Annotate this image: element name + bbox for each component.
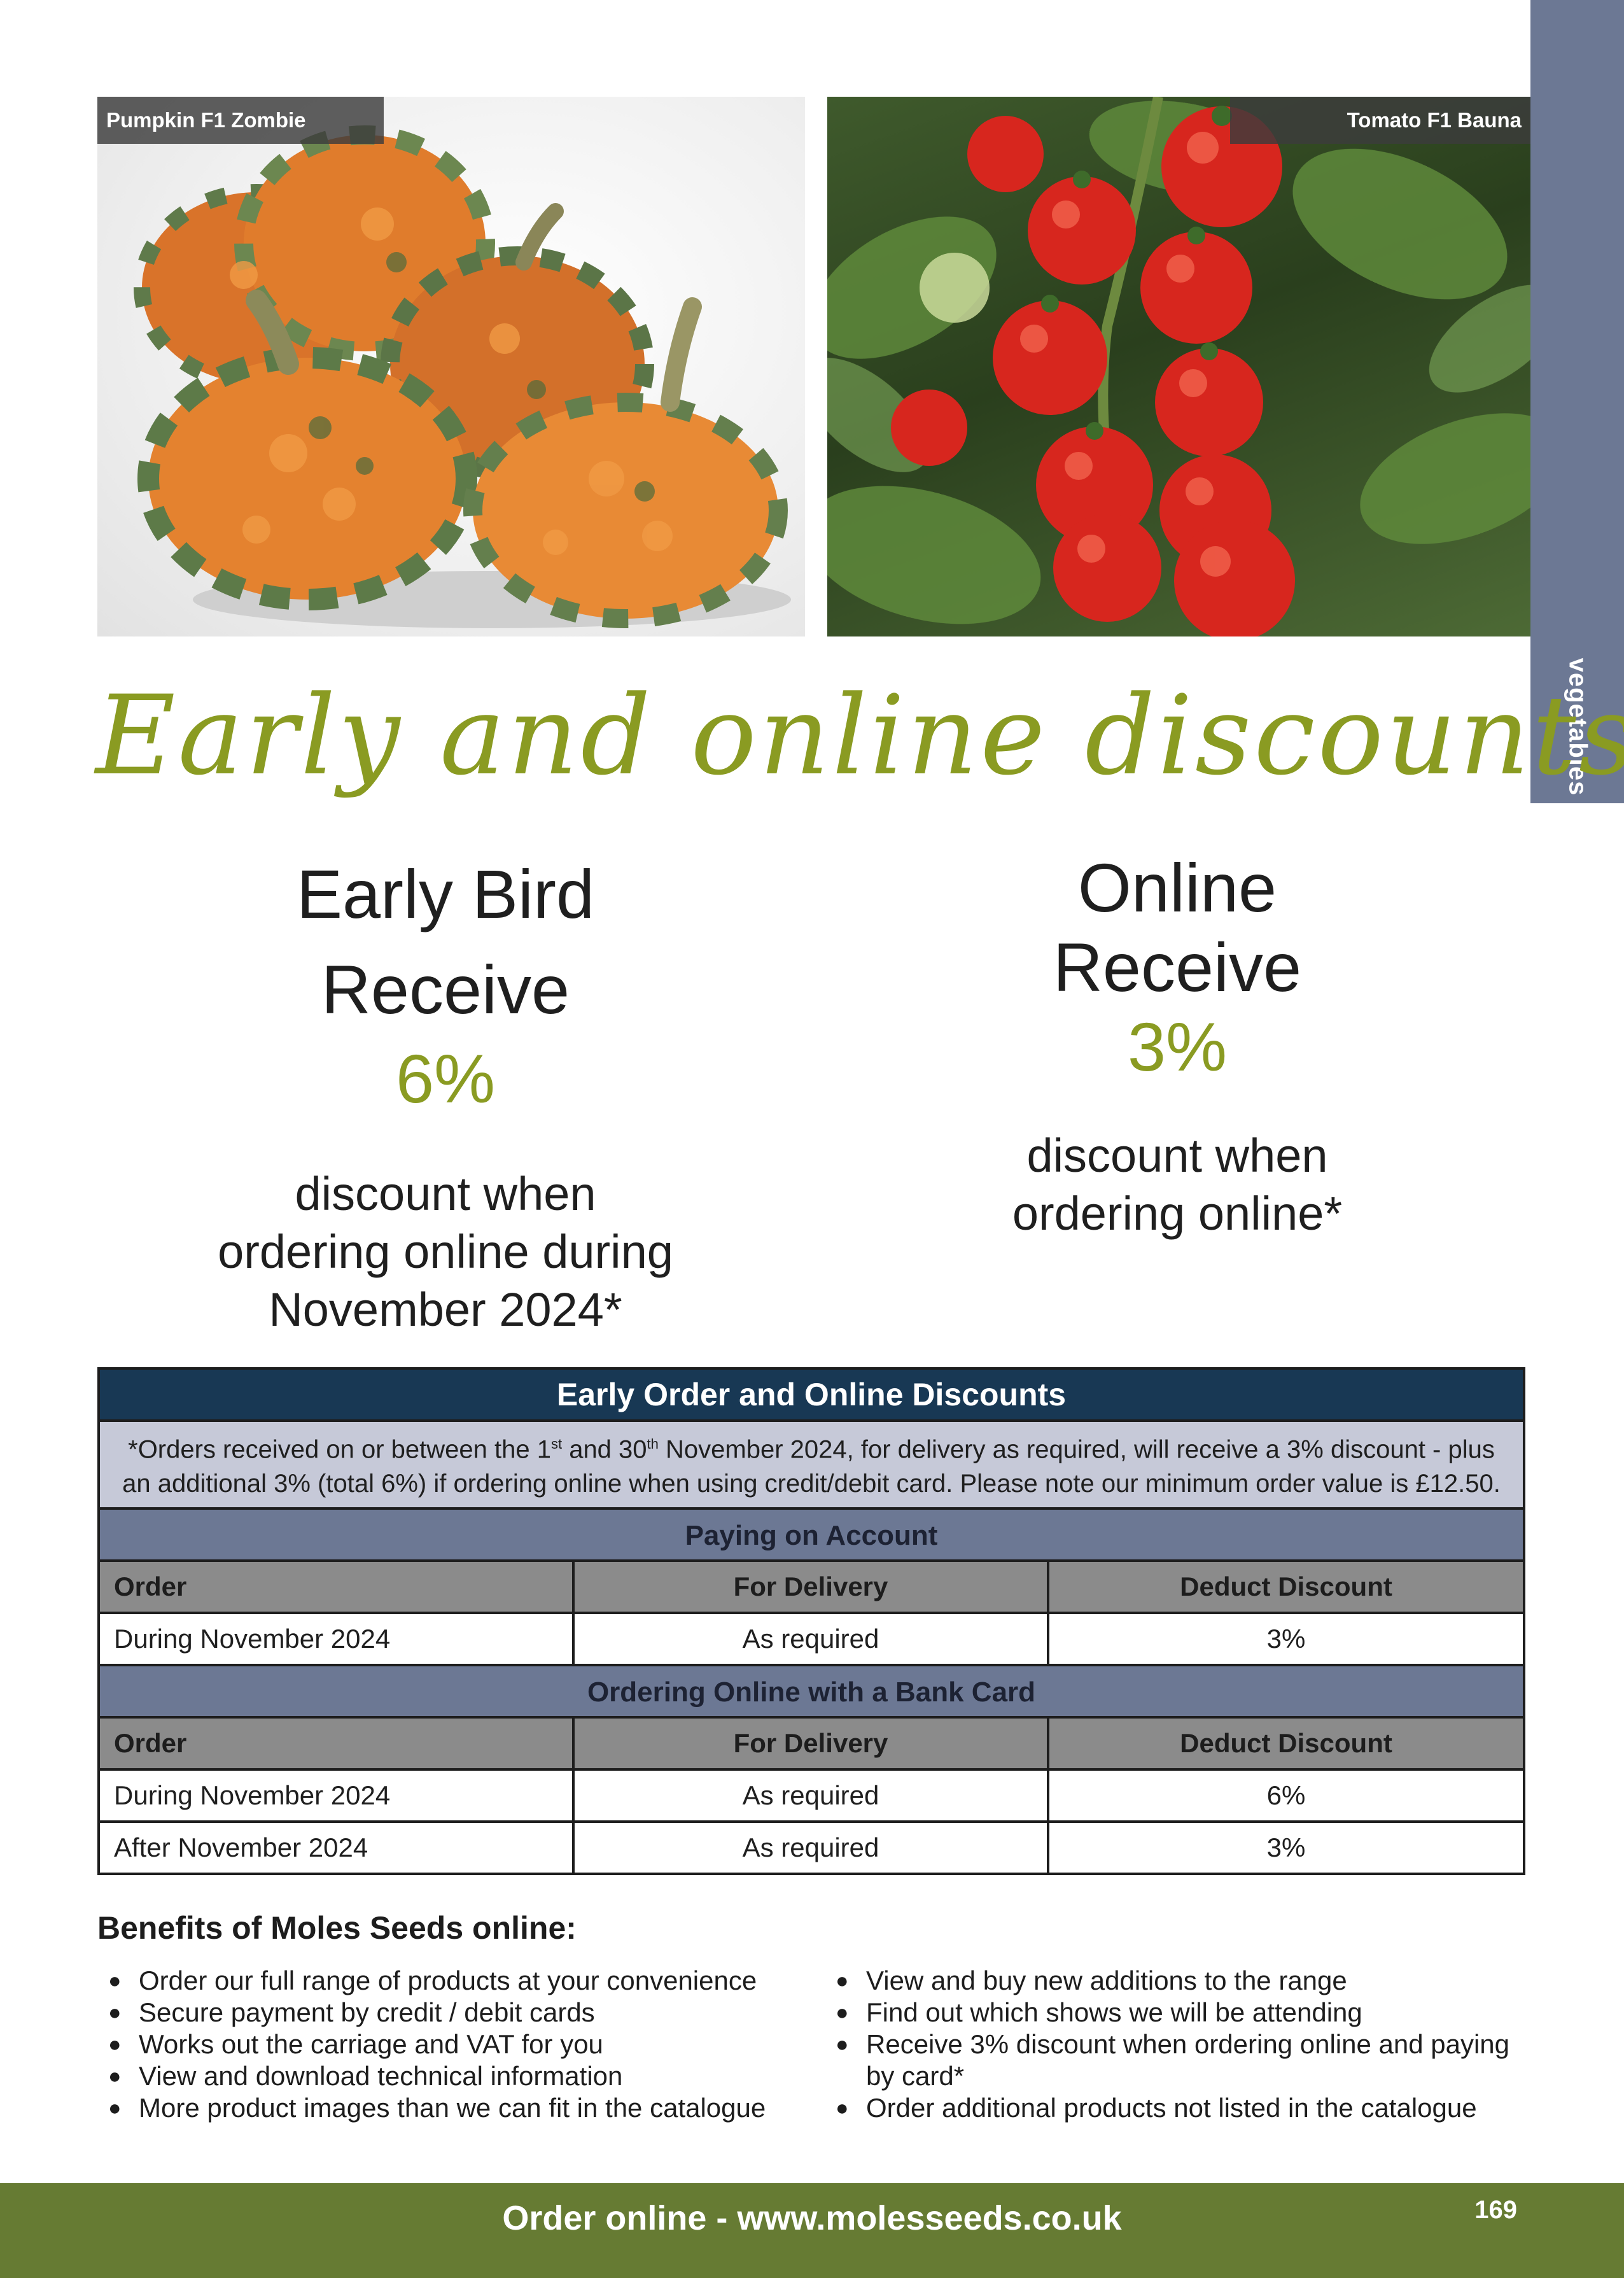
list-item: View and buy new additions to the range — [836, 1965, 1529, 1997]
page-headline: Early and online discounts — [95, 671, 1624, 799]
cell-delivery: As required — [575, 1823, 1049, 1873]
list-item: Order additional products not listed in … — [836, 2092, 1529, 2124]
list-item: More product images than we can fit in t… — [108, 2092, 821, 2124]
discount-table: Early Order and Online Discounts *Orders… — [97, 1367, 1525, 1876]
early-bird-desc-line: discount when — [295, 1167, 596, 1220]
early-bird-title: Early Bird — [296, 855, 595, 932]
column-header-deduct-discount: Deduct Discount — [1180, 1571, 1392, 1602]
table-header-row: Order For Delivery Deduct Discount — [100, 1716, 1523, 1769]
cell-discount: 3% — [1266, 1624, 1306, 1654]
list-item: Find out which shows we will be attendin… — [836, 1997, 1529, 2028]
discount-table-note: *Orders received on or between the 1st a… — [100, 1419, 1523, 1508]
page-footer: Order online - www.molesseeds.co.uk 169 — [0, 2183, 1624, 2278]
benefits-list-left: Order our full range of products at your… — [108, 1965, 821, 2124]
pumpkin-caption: Pumpkin F1 Zombie — [97, 97, 384, 144]
early-bird-receive: Receive — [321, 951, 570, 1028]
tomato-photo: Tomato F1 Bauna — [827, 97, 1530, 636]
footer-website-link[interactable]: Order online - www.molesseeds.co.uk — [0, 2183, 1624, 2253]
note-text: and 30 — [562, 1435, 647, 1464]
section-title-online-bank-card: Ordering Online with a Bank Card — [100, 1664, 1523, 1717]
cell-delivery: As required — [575, 1614, 1049, 1664]
table-header-row: Order For Delivery Deduct Discount — [100, 1559, 1523, 1612]
page-number: 169 — [1474, 2196, 1517, 2224]
online-receive: Receive — [1053, 929, 1302, 1006]
table-row: During November 2024 As required 3% — [100, 1612, 1523, 1664]
cell-order: During November 2024 — [100, 1771, 575, 1821]
cell-delivery: As required — [575, 1771, 1049, 1821]
online-desc-line: discount when — [1026, 1129, 1328, 1182]
column-header-order: Order — [100, 1719, 575, 1769]
benefits-list-right: View and buy new additions to the range … — [836, 1965, 1529, 2124]
early-bird-desc-line: November 2024* — [269, 1283, 622, 1336]
list-item: Receive 3% discount when ordering online… — [836, 2028, 1529, 2092]
note-superscript: th — [647, 1436, 659, 1452]
online-desc-line: ordering online* — [1012, 1187, 1343, 1240]
column-header-for-delivery: For Delivery — [575, 1719, 1049, 1769]
section-title-paying-on-account: Paying on Account — [100, 1507, 1523, 1560]
column-header-order: Order — [100, 1562, 575, 1612]
early-bird-offer: Early Bird Receive 6% discount when orde… — [127, 847, 764, 1339]
table-row: After November 2024 As required 3% — [100, 1820, 1523, 1873]
pumpkin-photo: Pumpkin F1 Zombie — [97, 97, 805, 636]
early-bird-description: discount when ordering online during Nov… — [127, 1165, 764, 1339]
discount-table-title: Early Order and Online Discounts — [100, 1370, 1523, 1419]
early-bird-desc-line: ordering online during — [218, 1225, 673, 1278]
online-title: Online — [1077, 849, 1277, 926]
note-superscript: st — [550, 1436, 563, 1452]
list-item: Secure payment by credit / debit cards — [108, 1997, 821, 2028]
benefits-heading: Benefits of Moles Seeds online: — [97, 1910, 577, 1946]
note-text: *Orders received on or between the 1 — [128, 1435, 551, 1464]
tomato-illustration — [827, 97, 1530, 636]
online-percent: 3% — [1127, 1008, 1228, 1085]
list-item: Works out the carriage and VAT for you — [108, 2028, 821, 2060]
cell-order: After November 2024 — [100, 1823, 575, 1873]
list-item: View and download technical information — [108, 2060, 821, 2092]
online-offer: Online Receive 3% discount when ordering… — [859, 847, 1495, 1242]
online-description: discount when ordering online* — [859, 1127, 1495, 1242]
column-header-deduct-discount: Deduct Discount — [1180, 1728, 1392, 1759]
cell-discount: 3% — [1266, 1832, 1306, 1863]
tomato-caption: Tomato F1 Bauna — [1230, 97, 1530, 144]
cell-order: During November 2024 — [100, 1614, 575, 1664]
column-header-for-delivery: For Delivery — [575, 1562, 1049, 1612]
cell-discount: 6% — [1266, 1780, 1306, 1811]
list-item: Order our full range of products at your… — [108, 1965, 821, 1997]
early-bird-percent: 6% — [395, 1040, 496, 1117]
pumpkin-illustration — [134, 125, 791, 628]
table-row: During November 2024 As required 6% — [100, 1768, 1523, 1821]
